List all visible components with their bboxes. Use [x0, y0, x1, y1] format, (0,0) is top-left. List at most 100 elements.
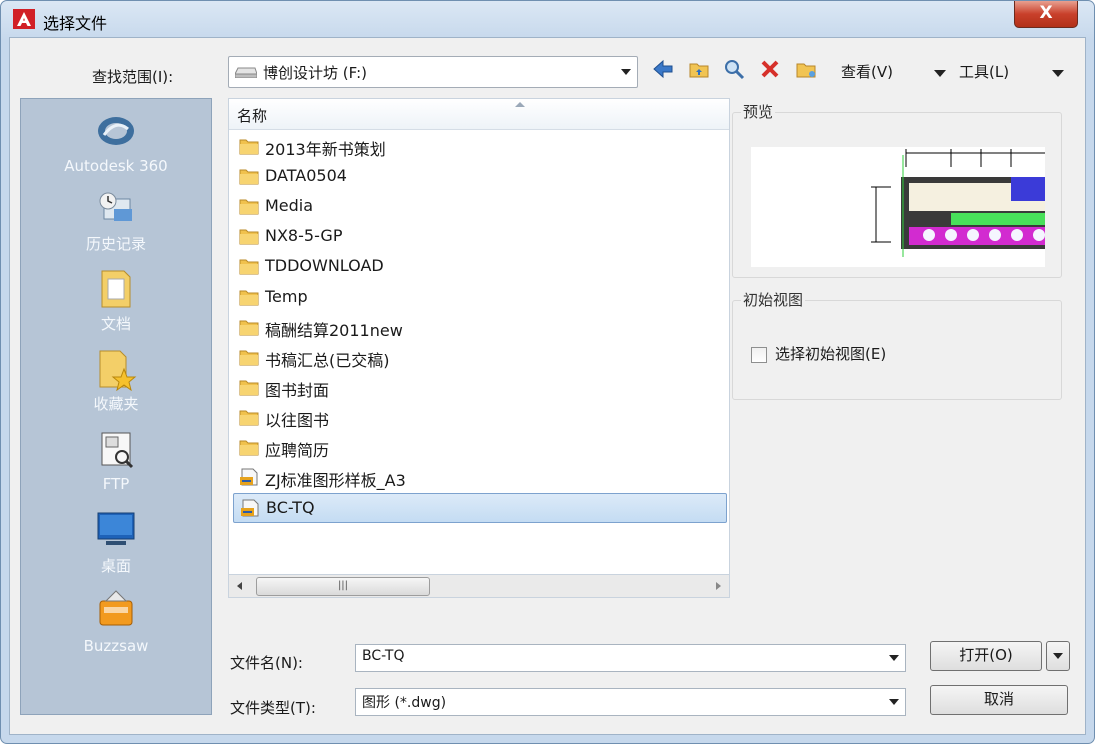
place-label: Buzzsaw	[83, 637, 149, 655]
dwg-file-icon	[240, 499, 260, 517]
file-name: DATA0504	[265, 166, 347, 186]
folder-icon	[239, 137, 259, 155]
filetype-label: 文件类型(T):	[230, 699, 316, 717]
look-in-value: 博创设计坊 (F:)	[263, 64, 367, 82]
column-header-name[interactable]: 名称	[229, 99, 729, 130]
documents-icon	[101, 270, 131, 308]
dwg-file-icon	[239, 468, 259, 486]
select-initial-view-label[interactable]: 选择初始视图(E)	[775, 343, 886, 364]
scrollbar-thumb[interactable]: |||	[256, 577, 430, 596]
search-web-icon[interactable]	[723, 58, 745, 80]
desktop-icon	[97, 512, 135, 545]
file-list[interactable]: 名称 2013年新书策划 DATA0504 Media NX8-5-GP TDDOWNL…	[228, 98, 730, 598]
back-arrow-icon[interactable]	[652, 58, 674, 80]
look-in-dropdown[interactable]: 博创设计坊 (F:)	[228, 56, 638, 88]
look-in-label: 查找范围(I):	[92, 68, 174, 86]
select-initial-view-checkbox[interactable]	[751, 347, 767, 363]
place-label: FTP	[102, 475, 130, 493]
file-list-item[interactable]: 2013年新书策划	[233, 132, 725, 160]
sort-ascending-icon	[515, 102, 525, 107]
open-button[interactable]: 打开(O)	[930, 641, 1042, 671]
file-name: BC-TQ	[266, 498, 315, 518]
chevron-down-icon[interactable]	[621, 69, 631, 75]
file-name: Media	[265, 196, 314, 216]
dialog-client: 查找范围(I): 博创设计坊 (F:) 查看(V) 工具(L) Autodesk…	[9, 37, 1086, 735]
file-name: 以往图书	[265, 410, 330, 430]
folder-icon	[239, 378, 259, 396]
delete-icon[interactable]	[759, 58, 781, 80]
file-list-item[interactable]: NX8-5-GP	[233, 222, 725, 250]
file-name: NX8-5-GP	[265, 226, 343, 246]
place-label: 桌面	[100, 557, 131, 575]
filename-field[interactable]: BC-TQ	[355, 644, 906, 672]
tools-menu[interactable]: 工具(L)	[959, 61, 1009, 82]
file-list-item[interactable]: Media	[233, 192, 725, 220]
open-options-button[interactable]	[1046, 641, 1070, 671]
file-list-item[interactable]: 图书封面	[233, 373, 725, 401]
place-label: Autodesk 360	[64, 157, 168, 175]
preview-label: 预览	[741, 101, 776, 122]
title-bar[interactable]: 选择文件 X	[1, 1, 1094, 37]
horizontal-scrollbar[interactable]: |||	[228, 574, 730, 598]
folder-icon	[239, 318, 259, 336]
window-title: 选择文件	[43, 14, 108, 33]
file-list-item[interactable]: 稿酬结算2011new	[233, 313, 725, 341]
place-label: 历史记录	[85, 235, 146, 253]
filename-value: BC-TQ	[362, 648, 405, 664]
folder-icon	[239, 167, 259, 185]
file-name: 稿酬结算2011new	[265, 320, 403, 340]
buzzsaw-icon	[99, 590, 133, 626]
places-bar: Autodesk 360 历史记录 文档 收藏夹 FTP 桌面 Buzzsaw	[20, 98, 212, 715]
chevron-down-icon[interactable]	[889, 699, 899, 705]
preview-group: 预览	[732, 101, 1062, 278]
history-icon	[99, 192, 132, 221]
folder-icon	[239, 408, 259, 426]
scroll-left-icon[interactable]	[237, 582, 242, 590]
file-list-item[interactable]: TDDOWNLOAD	[233, 252, 725, 280]
autodesk-360-icon	[98, 117, 134, 145]
filename-label: 文件名(N):	[230, 654, 303, 672]
file-list-item[interactable]: 应聘简历	[233, 433, 725, 461]
file-list-item[interactable]: DATA0504	[233, 162, 725, 190]
initial-view-label: 初始视图	[741, 289, 806, 310]
initial-view-group: 初始视图 选择初始视图(E)	[732, 289, 1062, 400]
chevron-down-icon[interactable]	[889, 655, 899, 661]
file-name: Temp	[265, 286, 308, 306]
folder-icon	[239, 438, 259, 456]
file-name: 应聘简历	[265, 441, 330, 460]
filetype-value: 图形 (*.dwg)	[362, 695, 447, 711]
place-label: 收藏夹	[93, 395, 139, 413]
file-list-item[interactable]: 以往图书	[233, 403, 725, 431]
drawing-thumbnail	[871, 149, 1045, 257]
view-menu[interactable]: 查看(V)	[841, 61, 893, 82]
file-name: 图书封面	[265, 380, 330, 400]
file-list-item[interactable]: 书稿汇总(已交稿)	[233, 343, 725, 371]
file-list-item[interactable]: ZJ标准图形样板_A3	[233, 463, 725, 491]
scroll-right-icon[interactable]	[716, 582, 721, 590]
preview-image	[751, 147, 1045, 267]
autocad-logo-icon	[13, 9, 35, 29]
file-name: 书稿汇总(已交稿)	[265, 350, 390, 370]
close-button[interactable]: X	[1014, 1, 1078, 28]
folder-icon	[239, 348, 259, 366]
ftp-icon	[101, 432, 134, 469]
file-list-item[interactable]: Temp	[233, 283, 725, 311]
folder-icon	[239, 257, 259, 275]
file-name: TDDOWNLOAD	[265, 256, 384, 276]
folder-icon	[239, 227, 259, 245]
file-list-item-selected[interactable]: BC-TQ	[233, 493, 727, 524]
column-header-label: 名称	[237, 107, 268, 125]
favorites-icon	[99, 350, 137, 391]
cancel-button[interactable]: 取消	[930, 685, 1068, 715]
place-label: 文档	[100, 315, 131, 333]
file-name: ZJ标准图形样板_A3	[265, 471, 406, 491]
new-folder-icon[interactable]	[795, 58, 817, 80]
dialog-window: 选择文件 X 查找范围(I): 博创设计坊 (F:) 查看(V) 工具(L) A…	[0, 0, 1095, 744]
tools-menu-chevron-icon[interactable]	[1052, 70, 1064, 77]
view-menu-chevron-icon[interactable]	[934, 70, 946, 77]
chevron-down-icon	[1053, 653, 1063, 659]
file-name: 2013年新书策划	[265, 140, 386, 159]
filetype-dropdown[interactable]: 图形 (*.dwg)	[355, 688, 906, 716]
up-folder-icon[interactable]	[688, 58, 710, 80]
folder-icon	[239, 197, 259, 215]
